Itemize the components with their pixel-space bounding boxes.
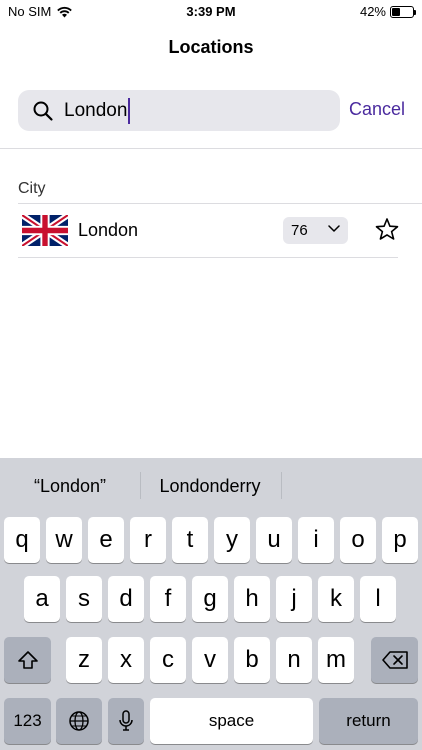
shift-icon xyxy=(17,651,38,669)
key-l[interactable]: l xyxy=(360,576,396,622)
key-q[interactable]: q xyxy=(4,517,40,563)
key-r[interactable]: r xyxy=(130,517,166,563)
key-j[interactable]: j xyxy=(276,576,312,622)
key-z[interactable]: z xyxy=(66,637,102,683)
chevron-down-icon xyxy=(328,225,340,232)
backspace-icon xyxy=(381,651,408,669)
location-row-london[interactable]: London 76 xyxy=(18,204,422,257)
key-y[interactable]: y xyxy=(214,517,250,563)
key-o[interactable]: o xyxy=(340,517,376,563)
microphone-icon xyxy=(119,710,133,731)
key-d[interactable]: d xyxy=(108,576,144,622)
status-right: 42% xyxy=(359,4,416,19)
cancel-button[interactable]: Cancel xyxy=(349,99,405,120)
aqi-value: 76 xyxy=(291,222,308,239)
key-t[interactable]: t xyxy=(172,517,208,563)
aqi-picker[interactable]: 76 xyxy=(283,217,348,244)
key-g[interactable]: g xyxy=(192,576,228,622)
key-h[interactable]: h xyxy=(234,576,270,622)
key-m[interactable]: m xyxy=(318,637,354,683)
dictation-key[interactable] xyxy=(108,698,144,744)
key-s[interactable]: s xyxy=(66,576,102,622)
status-bar: No SIM 3:39 PM 42% xyxy=(0,0,422,24)
shift-key[interactable] xyxy=(4,637,51,683)
key-a[interactable]: a xyxy=(24,576,60,622)
key-k[interactable]: k xyxy=(318,576,354,622)
search-input-wrap[interactable]: London xyxy=(64,97,131,124)
battery-cap xyxy=(414,9,416,15)
key-w[interactable]: w xyxy=(46,517,82,563)
return-key[interactable]: return xyxy=(319,698,418,744)
search-field[interactable]: London xyxy=(18,90,340,131)
suggestion-bar: “London” Londonderry xyxy=(0,458,422,513)
star-icon[interactable] xyxy=(374,217,400,243)
globe-icon xyxy=(69,711,89,731)
globe-key[interactable] xyxy=(56,698,102,744)
location-name: London xyxy=(78,220,139,240)
numbers-key[interactable]: 123 xyxy=(4,698,51,744)
delete-key[interactable] xyxy=(371,637,418,683)
key-i[interactable]: i xyxy=(298,517,334,563)
header-divider xyxy=(0,148,422,149)
space-key[interactable]: space xyxy=(150,698,313,744)
key-p[interactable]: p xyxy=(382,517,418,563)
key-b[interactable]: b xyxy=(234,637,270,683)
search-icon xyxy=(33,101,53,121)
key-u[interactable]: u xyxy=(256,517,292,563)
page-title: Locations xyxy=(168,37,254,57)
suggestion-divider xyxy=(140,472,141,499)
suggestion-item[interactable]: “London” xyxy=(10,476,130,497)
row-divider xyxy=(18,257,398,258)
key-f[interactable]: f xyxy=(150,576,186,622)
key-e[interactable]: e xyxy=(88,517,124,563)
text-caret xyxy=(128,97,131,124)
keyboard: “London” Londonderry q w e r t y u i o p… xyxy=(0,458,422,750)
key-v[interactable]: v xyxy=(192,637,228,683)
suggestion-item[interactable]: Londonderry xyxy=(148,476,272,497)
search-input[interactable]: London xyxy=(64,100,127,122)
section-header-city: City xyxy=(18,180,46,197)
key-n[interactable]: n xyxy=(276,637,312,683)
battery-icon xyxy=(390,5,416,18)
uk-flag-icon xyxy=(22,215,68,246)
battery-percent: 42% xyxy=(359,4,386,19)
key-c[interactable]: c xyxy=(150,637,186,683)
key-x[interactable]: x xyxy=(108,637,144,683)
battery-fill xyxy=(392,7,401,16)
status-time: 3:39 PM xyxy=(186,4,236,19)
suggestion-divider xyxy=(281,472,282,499)
